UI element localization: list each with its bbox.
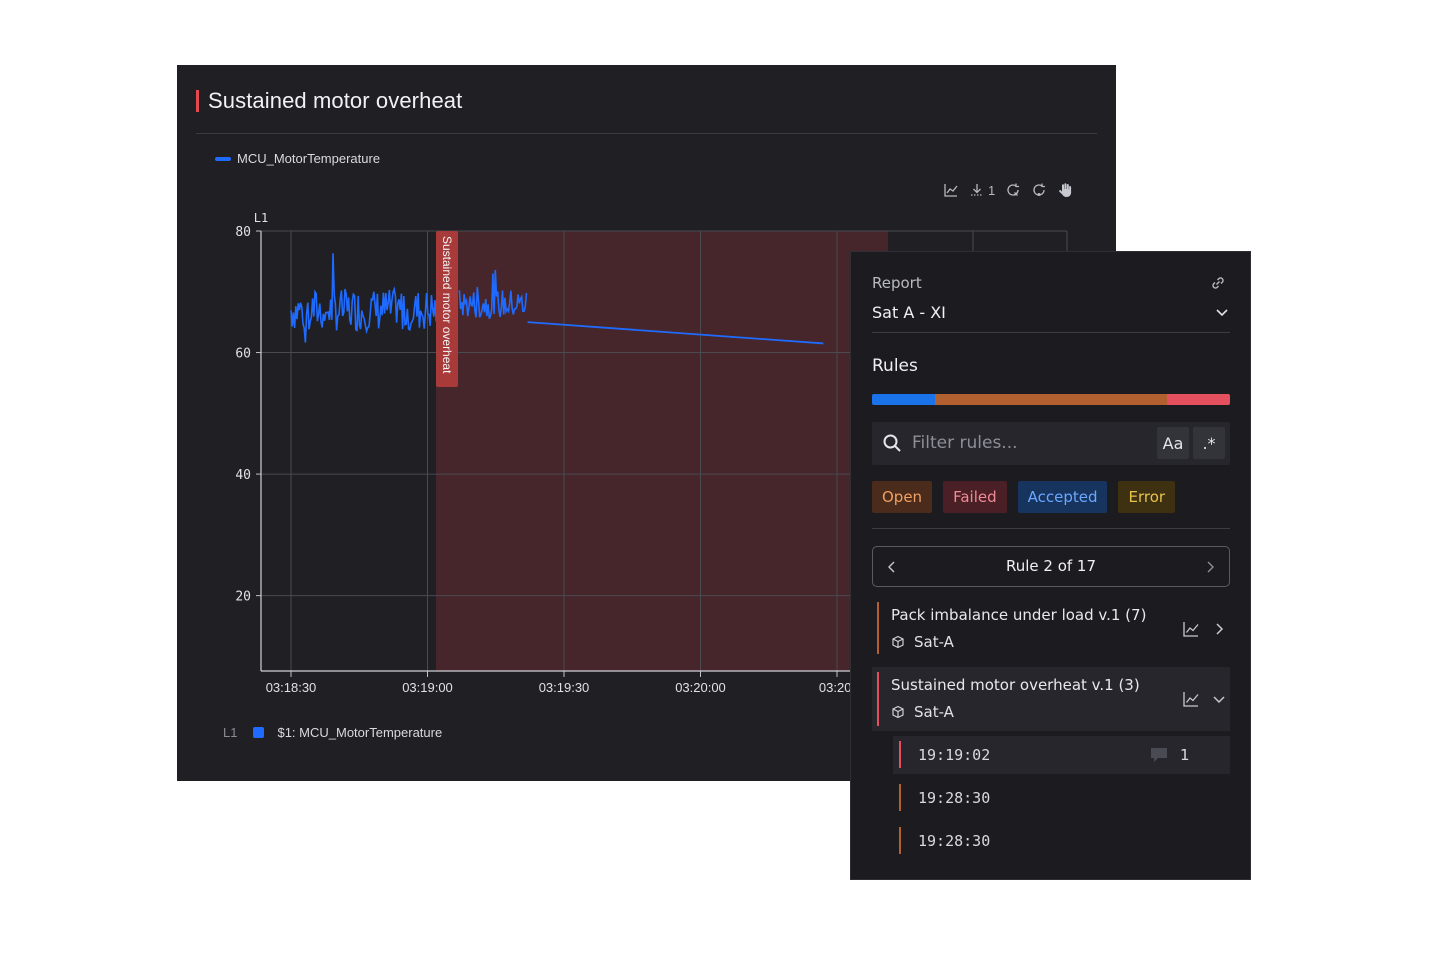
panel-divider (872, 528, 1230, 529)
rules-panel: Report Sat A - XI Rules Aa .* Open Failed… (850, 251, 1251, 880)
event-status-accent (899, 827, 901, 854)
report-select[interactable]: Sat A - XI (872, 300, 1230, 333)
series-swatch (215, 156, 231, 161)
annotation-label: Sustained motor overheat (440, 236, 454, 374)
status-distribution-bar (872, 394, 1230, 405)
rule-item-expanded[interactable]: Sustained motor overheat v.1 (3) Sat-A (872, 667, 1230, 731)
comment-count: 1 (1180, 746, 1190, 764)
line-chart-icon[interactable] (943, 182, 959, 198)
chevron-right-icon[interactable] (1210, 620, 1228, 638)
satellite-label: Sat-A (914, 703, 954, 721)
chart-title: Sustained motor overheat (208, 88, 463, 113)
link-icon[interactable] (1209, 274, 1227, 292)
status-chip-open[interactable]: Open (872, 481, 933, 513)
status-chip-accepted[interactable]: Accepted (1017, 481, 1108, 513)
report-label: Report (872, 274, 922, 292)
status-chip-error[interactable]: Error (1118, 481, 1176, 513)
rule-event-row[interactable]: 19:28:30 (893, 779, 1230, 817)
status-segment-open (934, 394, 1168, 405)
chevron-right-icon[interactable] (1201, 558, 1219, 576)
x-tick-label: 03:19:00 (402, 680, 453, 695)
filter-box: Aa .* (872, 422, 1230, 465)
chart-toolbar: 1 (943, 182, 1073, 198)
legend-top[interactable]: MCU_MotorTemperature (215, 151, 380, 166)
x-tick-label: 03:18:30 (266, 680, 317, 695)
event-timestamp: 19:28:30 (918, 789, 991, 807)
title-accent-bar (196, 90, 199, 112)
download-count: 1 (988, 182, 996, 198)
event-timestamp: 19:28:30 (918, 832, 991, 850)
download-button[interactable]: 1 (969, 182, 995, 198)
filter-rules-input[interactable] (912, 428, 1148, 458)
rule-navigator: Rule 2 of 17 (872, 546, 1230, 587)
event-timestamp: 19:19:02 (918, 746, 991, 764)
rule-status-accent (877, 602, 879, 654)
rule-satellite: Sat-A (891, 633, 954, 651)
series-swatch (253, 727, 265, 738)
chevron-down-icon[interactable] (1210, 690, 1228, 708)
legend-series-label: $1: MCU_MotorTemperature (277, 725, 443, 740)
chevron-down-icon (1214, 304, 1230, 320)
chart-title-row: Sustained motor overheat (196, 88, 463, 113)
chart-divider (196, 133, 1097, 134)
regex-toggle[interactable]: .* (1193, 427, 1225, 459)
y-tick-label: 20 (235, 590, 251, 605)
rule-satellite: Sat-A (891, 703, 954, 721)
status-segment-accepted (872, 394, 935, 405)
y-tick-label: 80 (235, 225, 251, 240)
line-chart-icon[interactable] (1182, 620, 1200, 638)
rule-title: Pack imbalance under load v.1 (7) (891, 606, 1147, 624)
status-chip-failed[interactable]: Failed (943, 481, 1007, 513)
rule-event-row[interactable]: 19:28:30 (893, 822, 1230, 860)
legend-bottom[interactable]: L1 $1: MCU_MotorTemperature (223, 725, 442, 740)
match-case-toggle[interactable]: Aa (1157, 427, 1189, 459)
cube-icon (891, 635, 905, 649)
comment-icon[interactable] (1149, 745, 1169, 765)
status-segment-failed (1167, 394, 1230, 405)
series-line-noisy (290, 253, 451, 343)
rule-item[interactable]: Pack imbalance under load v.1 (7) Sat-A (872, 598, 1230, 658)
y-tick-label: 40 (235, 468, 251, 483)
rule-event-row[interactable]: 19:19:02 1 (893, 736, 1230, 774)
report-select-value: Sat A - XI (872, 303, 946, 322)
rules-heading: Rules (872, 356, 918, 376)
event-status-accent (899, 741, 901, 768)
x-tick-label: 03:19:30 (539, 680, 590, 695)
y-axis-label: L1 (254, 211, 268, 225)
y-tick-label: 60 (235, 347, 251, 362)
event-status-accent (899, 784, 901, 811)
rule-counter: Rule 2 of 17 (1005, 557, 1097, 575)
pan-hand-icon[interactable] (1057, 182, 1073, 198)
x-tick-label: 03:20:00 (675, 680, 726, 695)
status-filter-chips: Open Failed Accepted Error (872, 481, 1176, 513)
annotation-band (436, 231, 888, 671)
download-icon (969, 182, 985, 198)
rule-title: Sustained motor overheat v.1 (3) (891, 676, 1140, 694)
line-chart-icon[interactable] (1182, 690, 1200, 708)
satellite-label: Sat-A (914, 633, 954, 651)
refresh-icon[interactable] (1031, 182, 1047, 198)
legend-axis-label: L1 (223, 725, 238, 740)
rule-status-accent (877, 672, 879, 726)
reset-zoom-icon[interactable] (1005, 182, 1021, 198)
cube-icon (891, 705, 905, 719)
legend-series-label: MCU_MotorTemperature (237, 151, 381, 166)
search-icon (882, 433, 902, 453)
